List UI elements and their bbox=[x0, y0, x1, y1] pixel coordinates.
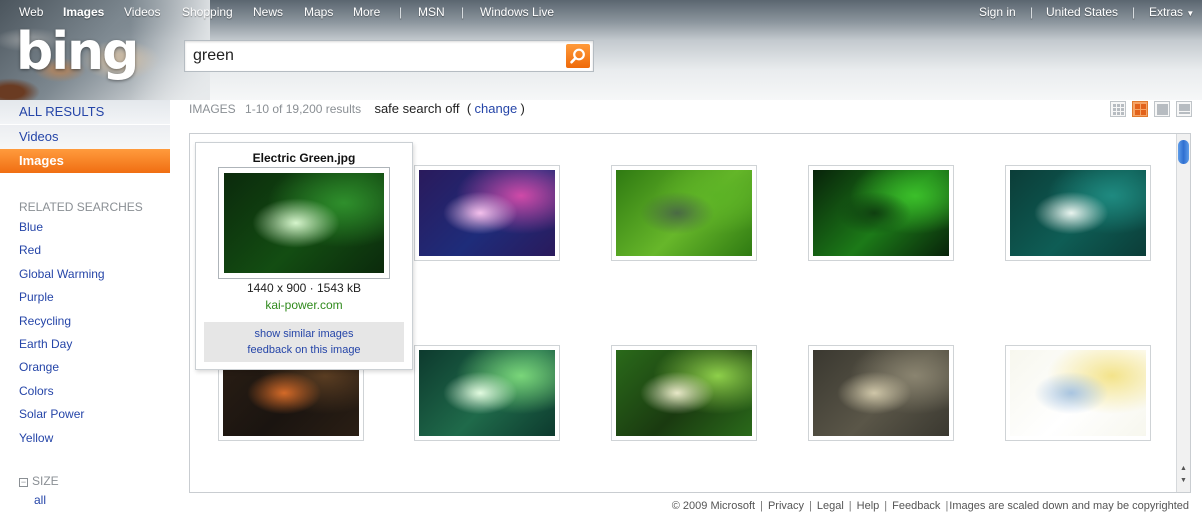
vertical-scrollbar[interactable]: ▲ ▼ bbox=[1176, 134, 1190, 492]
image-result-thumbnail[interactable] bbox=[808, 345, 954, 441]
bing-logo[interactable]: bing bbox=[16, 26, 139, 78]
related-search-link[interactable]: Colors bbox=[19, 384, 54, 398]
search-button[interactable] bbox=[566, 44, 590, 68]
related-search-link[interactable]: Earth Day bbox=[19, 337, 72, 351]
paren: ( bbox=[466, 101, 472, 116]
search-input[interactable] bbox=[193, 45, 563, 67]
thumbnail-image bbox=[616, 170, 752, 256]
change-safe-search-link[interactable]: change bbox=[475, 101, 518, 116]
show-similar-images-link[interactable]: show similar images bbox=[204, 328, 404, 340]
help-link[interactable]: Help bbox=[857, 500, 880, 512]
sidebar-item-videos[interactable]: Videos bbox=[0, 125, 170, 149]
paren: ) bbox=[520, 101, 525, 116]
thumbnail-image bbox=[813, 170, 949, 256]
safe-search-status: safe search off bbox=[374, 101, 460, 116]
image-result-thumbnail[interactable] bbox=[1005, 345, 1151, 441]
footer: © 2009 Microsoft | Privacy | Legal | Help | Feed… bbox=[672, 500, 1189, 512]
thumbnail-image bbox=[1010, 170, 1146, 256]
sidebar-item-all-results[interactable]: ALL RESULTS bbox=[0, 100, 170, 124]
nav-web[interactable]: Web bbox=[19, 5, 43, 19]
scrollbar-thumb[interactable] bbox=[1178, 140, 1189, 164]
view-size-toggle bbox=[1110, 101, 1194, 117]
scroll-up-icon[interactable]: ▲ bbox=[1180, 465, 1188, 472]
thumbnail-image bbox=[616, 350, 752, 436]
nav-separator: | bbox=[1132, 5, 1136, 19]
nav-shopping[interactable]: Shopping bbox=[182, 5, 233, 19]
sidebar: ALL RESULTS Videos Images RELATED SEARCH… bbox=[0, 100, 170, 517]
legal-link[interactable]: Legal bbox=[817, 500, 844, 512]
chevron-down-icon: ▼ bbox=[1186, 9, 1195, 18]
size-filter-heading[interactable]: − SIZE bbox=[19, 474, 59, 488]
image-result-thumbnail[interactable] bbox=[808, 165, 954, 261]
nav-msn[interactable]: MSN bbox=[418, 5, 445, 19]
image-result-thumbnail[interactable] bbox=[611, 345, 757, 441]
image-feedback-link[interactable]: feedback on this image bbox=[204, 344, 404, 356]
scroll-down-icon[interactable]: ▼ bbox=[1180, 477, 1188, 484]
copyright-text: © 2009 Microsoft bbox=[671, 500, 756, 512]
related-search-link[interactable]: Yellow bbox=[19, 431, 53, 445]
footer-separator: | bbox=[848, 500, 852, 512]
thumbnail-image bbox=[1010, 350, 1146, 436]
region-link[interactable]: United States bbox=[1046, 5, 1118, 19]
size-heading-label: SIZE bbox=[32, 474, 59, 488]
extras-label: Extras bbox=[1149, 5, 1184, 19]
privacy-link[interactable]: Privacy bbox=[768, 500, 804, 512]
preview-source-link[interactable]: kai-power.com bbox=[196, 298, 412, 312]
related-search-link[interactable]: Blue bbox=[19, 220, 43, 234]
footer-separator: | bbox=[884, 500, 888, 512]
footer-separator: | bbox=[760, 500, 763, 512]
nav-news[interactable]: News bbox=[253, 5, 283, 19]
nav-videos[interactable]: Videos bbox=[124, 5, 160, 19]
nav-more[interactable]: More bbox=[353, 5, 380, 19]
preview-actions: show similar images feedback on this ima… bbox=[204, 322, 404, 362]
copyright-notice: Images are scaled down and may be copyri… bbox=[949, 500, 1189, 512]
feedback-link[interactable]: Feedback bbox=[892, 500, 940, 512]
related-search-link[interactable]: Solar Power bbox=[19, 407, 84, 421]
thumbnail-image bbox=[813, 350, 949, 436]
results-count: 1-10 of 19,200 results bbox=[245, 102, 362, 116]
large-view-icon[interactable] bbox=[1154, 101, 1170, 117]
image-result-thumbnail[interactable] bbox=[414, 345, 560, 441]
extras-menu[interactable]: Extras ▼ bbox=[1149, 5, 1194, 19]
preview-title: Electric Green.jpg bbox=[252, 151, 356, 165]
small-grid-view-icon[interactable] bbox=[1110, 101, 1126, 117]
thumbnail-image bbox=[224, 173, 384, 273]
nav-images[interactable]: Images bbox=[63, 5, 104, 19]
image-result-thumbnail[interactable] bbox=[611, 165, 757, 261]
search-box bbox=[184, 40, 594, 72]
related-search-link[interactable]: Global Warming bbox=[19, 267, 105, 281]
sign-in-link[interactable]: Sign in bbox=[979, 5, 1016, 19]
size-filter-all[interactable]: all bbox=[34, 493, 46, 507]
nav-maps[interactable]: Maps bbox=[304, 5, 333, 19]
thumbnail-image bbox=[419, 350, 555, 436]
nav-separator: | bbox=[1030, 5, 1034, 19]
related-search-link[interactable]: Orange bbox=[19, 360, 59, 374]
related-search-link[interactable]: Purple bbox=[19, 290, 54, 304]
nav-separator: | bbox=[461, 5, 465, 19]
top-navigation: Web Images Videos Shopping News Maps Mor… bbox=[0, 0, 1202, 24]
thumbnail-image bbox=[419, 170, 555, 256]
medium-grid-view-icon[interactable] bbox=[1132, 101, 1148, 117]
sidebar-item-images[interactable]: Images bbox=[0, 149, 170, 173]
nav-windows-live[interactable]: Windows Live bbox=[480, 5, 554, 19]
results-summary: IMAGES 1-10 of 19,200 results safe searc… bbox=[189, 101, 525, 116]
list-view-icon[interactable] bbox=[1176, 101, 1192, 117]
header: Web Images Videos Shopping News Maps Mor… bbox=[0, 0, 1202, 100]
nav-separator: | bbox=[399, 5, 403, 19]
preview-thumbnail[interactable] bbox=[218, 167, 390, 279]
collapse-icon[interactable]: − bbox=[19, 478, 28, 487]
related-search-link[interactable]: Red bbox=[19, 243, 41, 257]
related-search-link[interactable]: Recycling bbox=[19, 314, 71, 328]
results-label: IMAGES bbox=[189, 102, 236, 116]
preview-dimensions: 1440 x 900 · 1543 kB bbox=[246, 281, 362, 295]
image-result-thumbnail[interactable] bbox=[1005, 165, 1151, 261]
image-result-thumbnail[interactable] bbox=[414, 165, 560, 261]
related-searches-heading: RELATED SEARCHES bbox=[19, 200, 143, 214]
magnifier-icon bbox=[570, 48, 585, 64]
image-hover-preview[interactable]: Electric Green.jpg 1440 x 900 · 1543 kB … bbox=[195, 142, 413, 370]
footer-separator: | bbox=[945, 500, 949, 512]
footer-separator: | bbox=[809, 500, 812, 512]
